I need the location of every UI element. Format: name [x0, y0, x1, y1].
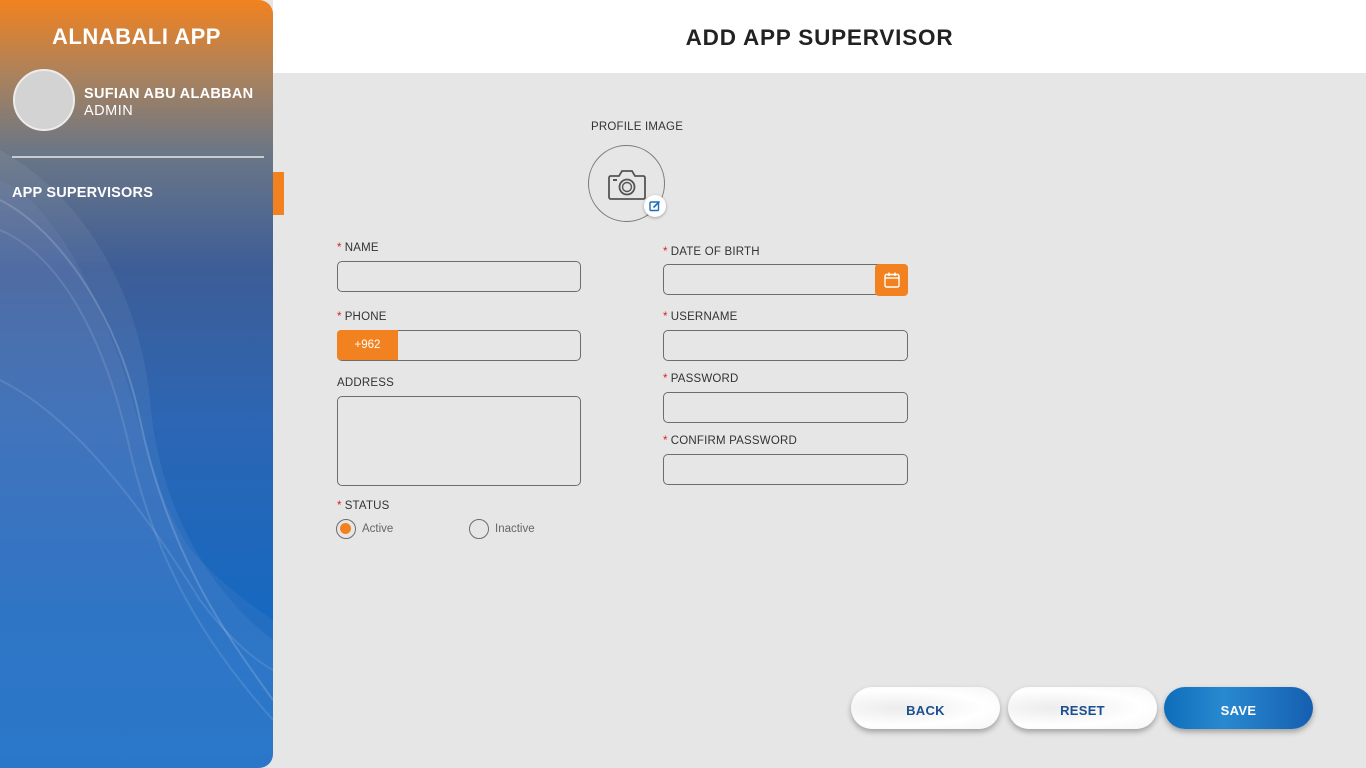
camera-icon: [608, 170, 646, 200]
save-button[interactable]: SAVE: [1164, 687, 1313, 729]
profile-image-label: PROFILE IMAGE: [591, 121, 684, 133]
avatar[interactable]: [13, 69, 75, 131]
date-of-birth-label: * DATE OF BIRTH: [663, 246, 760, 258]
username-field-box: [663, 330, 908, 361]
user-role: ADMIN: [84, 103, 134, 119]
confirm-password-label: * CONFIRM PASSWORD: [663, 435, 797, 447]
password-label: * PASSWORD: [663, 373, 739, 385]
page-header: ADD APP SUPERVISOR: [273, 0, 1366, 73]
edit-profile-image-button[interactable]: [644, 195, 666, 217]
password-input[interactable]: [664, 393, 907, 422]
sidebar-divider: [12, 156, 264, 158]
status-label: * STATUS: [337, 500, 390, 512]
date-of-birth-input[interactable]: [664, 265, 907, 294]
back-button[interactable]: BACK: [851, 687, 1000, 729]
address-field-box: [337, 396, 581, 486]
username-label: * USERNAME: [663, 311, 738, 323]
status-active-radio[interactable]: [336, 519, 356, 539]
phone-label: * PHONE: [337, 311, 387, 323]
calendar-icon: [883, 272, 900, 288]
address-label: ADDRESS: [337, 377, 394, 389]
phone-country-code[interactable]: +962: [337, 330, 398, 360]
calendar-button[interactable]: [875, 264, 908, 296]
status-inactive-label: Inactive: [495, 523, 535, 535]
username-input[interactable]: [664, 331, 907, 360]
confirm-password-field-box: [663, 454, 908, 485]
edit-icon: [649, 200, 661, 212]
name-input[interactable]: [338, 262, 580, 291]
app-title: ALNABALI APP: [52, 24, 221, 49]
sidebar-item-app-supervisors[interactable]: APP SUPERVISORS: [12, 185, 153, 201]
status-active-label: Active: [362, 523, 394, 535]
confirm-password-input[interactable]: [664, 455, 907, 484]
reset-button[interactable]: RESET: [1008, 687, 1157, 729]
page-title: ADD APP SUPERVISOR: [685, 25, 954, 50]
user-name: SUFIAN ABU ALABBAN: [84, 86, 254, 102]
date-of-birth-field-box: [663, 264, 908, 295]
name-field-box: [337, 261, 581, 292]
password-field-box: [663, 392, 908, 423]
status-inactive-radio[interactable]: [469, 519, 489, 539]
sidebar: ALNABALI APP SUFIAN ABU ALABBAN ADMIN AP…: [0, 0, 273, 768]
name-label: * NAME: [337, 242, 379, 254]
active-menu-marker: [273, 172, 284, 215]
address-textarea[interactable]: [338, 397, 580, 485]
